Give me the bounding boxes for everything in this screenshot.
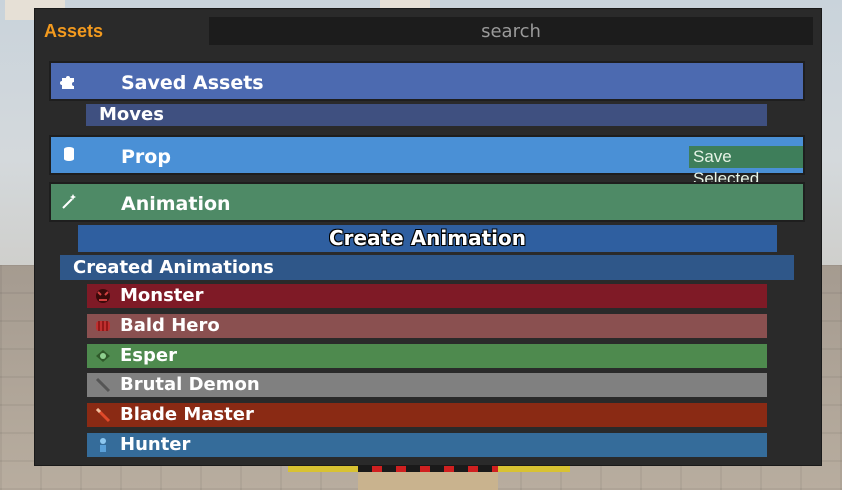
saved-assets-section[interactable]: Saved Assets <box>49 61 805 101</box>
animation-item-label: Blade Master <box>120 404 254 425</box>
animation-item-esper[interactable]: Esper <box>87 344 767 368</box>
fist-icon <box>93 317 113 335</box>
animation-section[interactable]: Animation <box>49 182 805 222</box>
prop-label: Prop <box>121 146 171 168</box>
saved-assets-label: Saved Assets <box>121 72 264 94</box>
cylinder-icon <box>59 146 79 166</box>
animation-item-hunter[interactable]: Hunter <box>87 433 767 457</box>
blade-icon <box>93 406 113 424</box>
assets-panel: Assets Saved Assets Moves Prop Save Sele… <box>34 8 822 466</box>
animation-item-blade-master[interactable]: Blade Master <box>87 403 767 427</box>
search-input[interactable] <box>209 17 813 45</box>
esper-icon <box>93 347 113 365</box>
magic-wand-icon <box>59 193 79 213</box>
animation-item-label: Monster <box>120 285 204 306</box>
animation-item-label: Bald Hero <box>120 315 220 336</box>
animation-item-label: Hunter <box>120 434 191 455</box>
animation-label: Animation <box>121 193 231 215</box>
puzzle-piece-icon <box>59 72 79 92</box>
moves-folder[interactable]: Moves <box>86 104 767 126</box>
panel-title: Assets <box>44 21 104 41</box>
save-selected-button[interactable]: Save Selected <box>689 146 803 188</box>
animation-item-label: Brutal Demon <box>120 374 260 395</box>
created-animations-header[interactable]: Created Animations <box>60 255 794 280</box>
monster-icon <box>93 287 113 305</box>
animation-item-brutal-demon[interactable]: Brutal Demon <box>87 373 767 397</box>
animation-item-label: Esper <box>120 345 177 366</box>
animation-item-bald-hero[interactable]: Bald Hero <box>87 314 767 338</box>
prop-section[interactable]: Prop Save Selected <box>49 135 805 188</box>
animation-item-monster[interactable]: Monster <box>87 284 767 308</box>
hunter-icon <box>93 436 113 454</box>
create-animation-button[interactable]: Create Animation <box>78 225 777 252</box>
created-animations-label: Created Animations <box>73 257 274 278</box>
sword-icon <box>93 376 113 394</box>
background-cloud <box>380 0 430 8</box>
moves-label: Moves <box>99 104 164 125</box>
